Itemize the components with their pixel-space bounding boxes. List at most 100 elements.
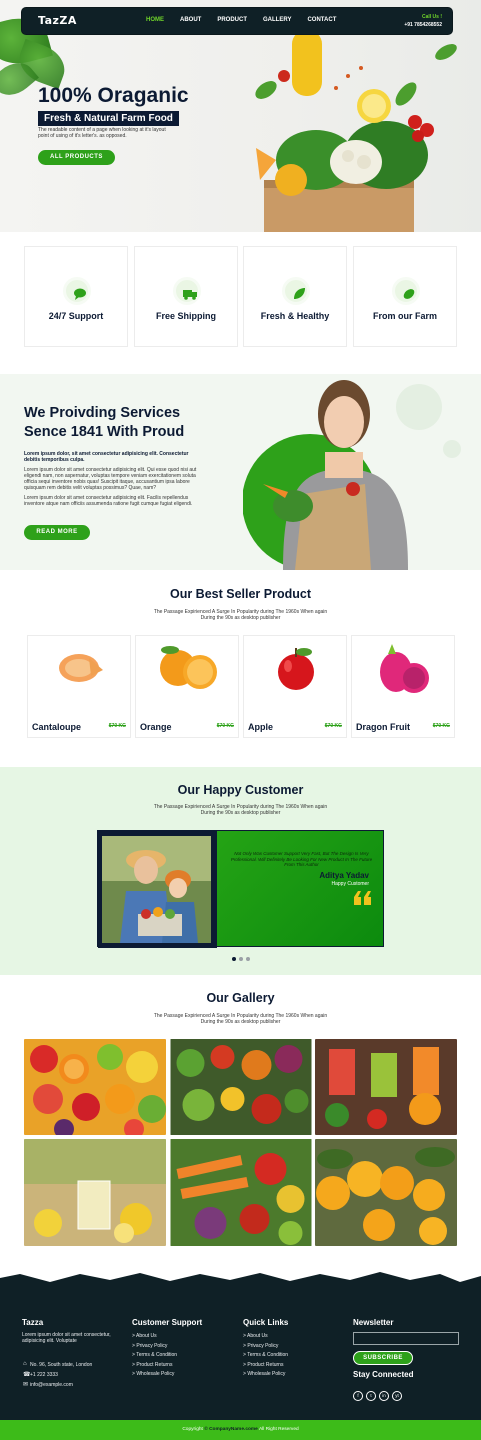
- social-icons: f t in yt: [353, 1384, 463, 1402]
- best-seller-subtitle: The Passage Expirienced A Surge In Popul…: [153, 609, 328, 621]
- feature-label: From our Farm: [372, 311, 437, 321]
- footer-link[interactable]: Privacy Policy: [132, 1342, 202, 1352]
- leaf-icon: [282, 277, 310, 305]
- gallery-image-oranges-tree[interactable]: [315, 1139, 457, 1246]
- product-price: $70 KG: [432, 723, 450, 729]
- footer-address: ⌂ No. 96, South state, London: [23, 1361, 93, 1368]
- footer-link[interactable]: About Us: [132, 1332, 202, 1342]
- footer-link[interactable]: Terms & Condition: [243, 1351, 288, 1361]
- copyright-bar: Copyright © CompanyName.come All Right R…: [0, 1420, 481, 1440]
- newsletter-title: Newsletter: [353, 1318, 394, 1327]
- footer-link[interactable]: Product Returns: [132, 1361, 202, 1371]
- product-name: Orange: [140, 722, 172, 732]
- dragon-fruit-image: [380, 644, 429, 693]
- hero-section: TazZA HOME ABOUT PRODUCT GALLERY CONTACT…: [0, 0, 481, 232]
- newsletter-email-input[interactable]: [353, 1332, 459, 1345]
- woman-with-vegetables-image: [243, 380, 408, 570]
- customer-name: Aditya Yadav: [319, 871, 369, 880]
- nav-gallery[interactable]: GALLERY: [263, 17, 291, 23]
- footer-brand: Tazza: [22, 1318, 44, 1327]
- gallery-section: Our Gallery The Passage Expirienced A Su…: [0, 975, 481, 1275]
- product-name: Apple: [248, 722, 274, 732]
- hero-description: The readable content of a page when look…: [38, 127, 166, 139]
- customer-role: Happy Customer: [331, 881, 369, 887]
- gallery-image-vegetables[interactable]: [170, 1039, 312, 1135]
- footer-link[interactable]: Wholesale Policy: [132, 1370, 202, 1380]
- chat-icon: [63, 277, 91, 305]
- product-card[interactable]: Orange $70 KG: [135, 635, 239, 738]
- product-card[interactable]: Cantaloupe $70 KG: [27, 635, 131, 738]
- testimonial-card: Not Only Was Customer Support Very Fast,…: [97, 830, 384, 948]
- about-intro: Lorem ipsum dolor, sit amet consectetur …: [24, 451, 189, 463]
- features-section: 24/7 Support Free Shipping Fresh & Healt…: [0, 232, 481, 374]
- call-us-block: Call Us ! +91 7854268552: [404, 13, 442, 29]
- linkedin-icon[interactable]: in: [379, 1391, 389, 1401]
- subscribe-button[interactable]: SUBSCRIBE: [353, 1351, 413, 1365]
- footer-link[interactable]: Wholesale Policy: [243, 1370, 288, 1380]
- about-paragraph: Lorem ipsum dolor sit amet consectetur a…: [24, 495, 193, 507]
- about-title: We Proivding Services Sence 1841 With Pro…: [24, 405, 185, 440]
- call-us-label: Call Us !: [421, 14, 442, 20]
- nav-product[interactable]: PRODUCT: [217, 17, 247, 23]
- copyright-company[interactable]: © CompanyName.come: [204, 1427, 258, 1432]
- product-price: $70 KG: [108, 723, 126, 729]
- vegetable-bag-image: [255, 30, 457, 232]
- orange-image: [160, 646, 217, 689]
- slider-dot[interactable]: [232, 957, 236, 961]
- footer-link[interactable]: Privacy Policy: [243, 1342, 288, 1352]
- product-card[interactable]: Dragon Fruit $70 KG: [351, 635, 455, 738]
- footer-email[interactable]: ✉ info@example.com: [23, 1382, 122, 1388]
- feature-label: Fresh & Healthy: [260, 311, 330, 321]
- footer-link[interactable]: About Us: [243, 1332, 288, 1342]
- stay-connected-label: Stay Connected: [353, 1370, 414, 1379]
- apple-image: [278, 648, 314, 690]
- quote-icon: [354, 891, 371, 905]
- feature-label: 24/7 Support: [48, 311, 104, 321]
- farm-icon: [392, 277, 420, 305]
- slider-dot[interactable]: [239, 957, 243, 961]
- product-card[interactable]: Apple $70 KG: [243, 635, 347, 738]
- footer-link[interactable]: Product Returns: [243, 1361, 288, 1371]
- all-products-button[interactable]: ALL PRODUCTS: [38, 150, 115, 165]
- footer-support-column: Customer Support About Us Privacy Policy…: [132, 1318, 202, 1380]
- footer-phone[interactable]: ☎ +1 222 3333: [23, 1372, 122, 1378]
- hero-title: 100% Oraganic: [38, 84, 189, 107]
- gallery-image-lemonade[interactable]: [24, 1139, 166, 1246]
- phone-icon: ☎: [23, 1372, 31, 1378]
- main-nav: HOME ABOUT PRODUCT GALLERY CONTACT: [146, 17, 336, 23]
- feature-card-support: 24/7 Support: [24, 246, 128, 347]
- gallery-subtitle: The Passage Expirienced A Surge In Popul…: [153, 1013, 328, 1025]
- nav-contact[interactable]: CONTACT: [307, 17, 336, 23]
- youtube-icon[interactable]: yt: [392, 1391, 402, 1401]
- footer-quick-title: Quick Links: [243, 1318, 289, 1327]
- best-seller-section: Our Best Seller Product The Passage Expi…: [0, 570, 481, 767]
- feature-label: Free Shipping: [155, 311, 216, 321]
- testimonial-title: Our Happy Customer: [177, 783, 304, 797]
- torn-edge-decoration: [0, 1270, 481, 1282]
- read-more-button[interactable]: READ MORE: [24, 525, 90, 540]
- top-navbar: TazZA HOME ABOUT PRODUCT GALLERY CONTACT…: [22, 8, 452, 34]
- feature-card-fresh: Fresh & Healthy: [243, 246, 347, 347]
- nav-home[interactable]: HOME: [146, 17, 164, 23]
- product-price: $70 KG: [216, 723, 234, 729]
- call-us-phone[interactable]: +91 7854268552: [404, 21, 442, 29]
- gallery-image-fruits[interactable]: [24, 1039, 166, 1135]
- gallery-title: Our Gallery: [206, 991, 275, 1005]
- cantaloupe-image: [59, 654, 103, 682]
- product-name: Cantaloupe: [32, 722, 82, 732]
- footer-brand-desc: Lorem ipsum dolor sit amet consectetur, …: [22, 1332, 111, 1344]
- footer-support-title: Customer Support: [132, 1318, 203, 1327]
- gallery-image-juices[interactable]: [315, 1039, 457, 1135]
- slider-dot[interactable]: [246, 957, 250, 961]
- footer-link[interactable]: Terms & Condition: [132, 1351, 202, 1361]
- about-paragraph: Lorem ipsum dolor sit amet consectetur a…: [24, 467, 197, 491]
- brand-logo[interactable]: TazZA: [38, 14, 77, 27]
- footer-quick-links-column: Quick Links About Us Privacy Policy Term…: [243, 1318, 288, 1380]
- testimonial-section: Our Happy Customer The Passage Expirienc…: [0, 767, 481, 975]
- facebook-icon[interactable]: f: [353, 1391, 363, 1401]
- footer-brand-column: Tazza Lorem ipsum dolor sit amet consect…: [22, 1318, 122, 1392]
- footer-section: Tazza Lorem ipsum dolor sit amet consect…: [0, 1270, 481, 1440]
- gallery-image-veggie-pile[interactable]: [170, 1139, 312, 1246]
- twitter-icon[interactable]: t: [366, 1391, 376, 1401]
- nav-about[interactable]: ABOUT: [180, 17, 201, 23]
